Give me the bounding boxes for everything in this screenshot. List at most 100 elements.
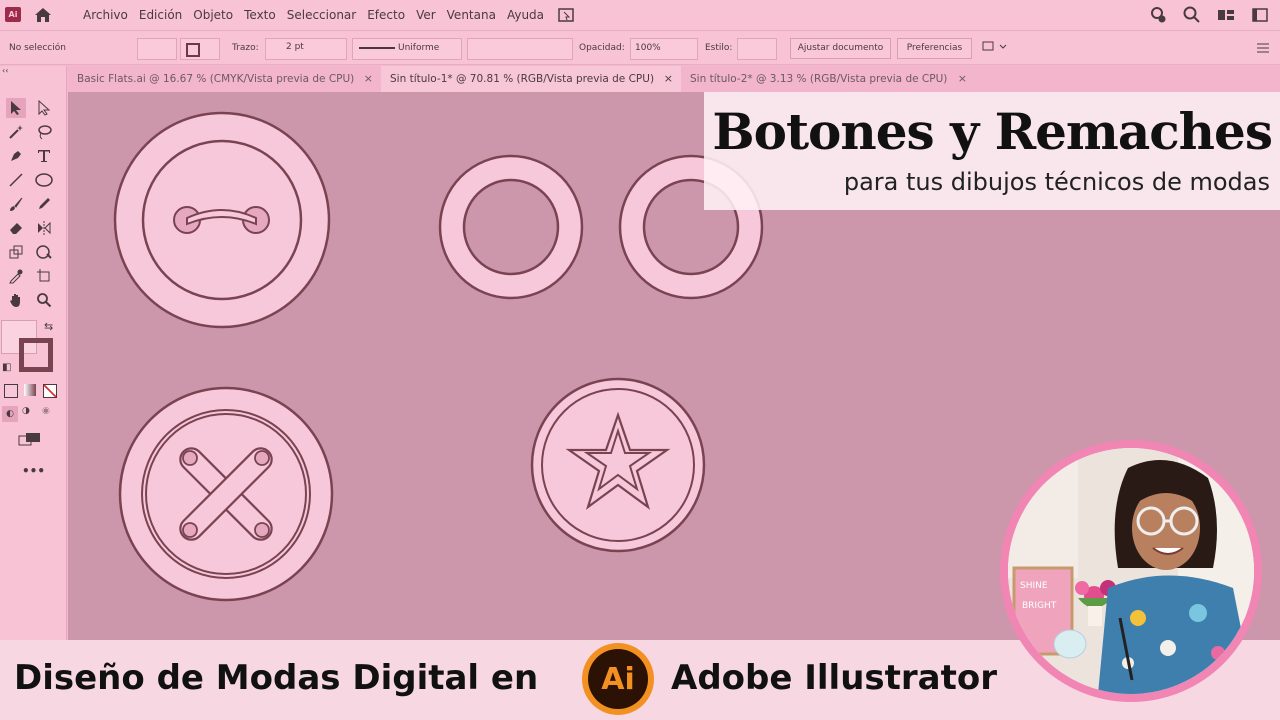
menu-texto[interactable]: Texto xyxy=(244,8,276,22)
selection-tool[interactable] xyxy=(6,98,26,118)
window-restore-icon[interactable] xyxy=(1250,5,1270,25)
menu-ver[interactable]: Ver xyxy=(416,8,436,22)
stroke-profile-select[interactable]: Uniforme xyxy=(352,38,462,60)
brush-definition-select[interactable] xyxy=(467,38,573,60)
rivet-ring-1[interactable] xyxy=(438,154,584,300)
default-colors-icon[interactable]: ◧ xyxy=(2,362,11,373)
ellipse-icon xyxy=(35,173,53,187)
scale-icon xyxy=(9,245,23,259)
two-hole-button[interactable] xyxy=(113,111,331,329)
style-select[interactable] xyxy=(737,38,777,60)
fill-swatch[interactable] xyxy=(137,38,177,60)
selection-status: No selección xyxy=(9,43,66,53)
direct-selection-tool[interactable] xyxy=(34,98,54,118)
lasso-tool[interactable] xyxy=(34,122,54,142)
stroke-weight-field[interactable]: 2 pt xyxy=(265,38,347,60)
line-icon xyxy=(9,173,23,187)
menu-bar: Ai Archivo Edición Objeto Texto Seleccio… xyxy=(0,0,1280,31)
workspace-icon[interactable] xyxy=(1216,5,1236,25)
color-mode-icon[interactable] xyxy=(4,384,18,398)
magic-wand-tool[interactable] xyxy=(6,122,26,142)
arrange-icon[interactable] xyxy=(981,39,1009,55)
screen-mode-icon[interactable] xyxy=(18,432,42,446)
menu-ventana[interactable]: Ventana xyxy=(447,8,496,22)
eyedropper-tool[interactable] xyxy=(6,266,26,286)
line-tool[interactable] xyxy=(6,170,26,190)
none-mode-icon[interactable] xyxy=(43,384,57,398)
menu-ayuda[interactable]: Ayuda xyxy=(507,8,544,22)
pencil-tool[interactable] xyxy=(34,194,54,214)
app-logo: Ai xyxy=(5,7,21,22)
draw-normal-icon[interactable]: ◐ xyxy=(2,406,18,422)
ellipse-tool[interactable] xyxy=(34,170,54,190)
control-bar: No selección Trazo: 2 pt Uniforme Opacid… xyxy=(0,31,1280,65)
menu-objeto[interactable]: Objeto xyxy=(193,8,233,22)
magic-wand-icon xyxy=(9,125,23,139)
menu-seleccionar[interactable]: Seleccionar xyxy=(287,8,356,22)
menu-archivo[interactable]: Archivo xyxy=(83,8,128,22)
pencil-icon xyxy=(39,198,50,209)
eraser-tool[interactable] xyxy=(6,218,26,238)
menu-right-icons xyxy=(1148,5,1270,25)
search-adobe-icon[interactable] xyxy=(1148,5,1168,25)
search-icon[interactable] xyxy=(1182,5,1202,25)
hand-icon xyxy=(10,294,20,307)
stroke-swatch[interactable] xyxy=(180,38,220,60)
pen-tool[interactable] xyxy=(6,146,26,166)
video-subtitle: para tus dibujos técnicos de modas xyxy=(843,168,1270,196)
warp-icon xyxy=(36,245,52,259)
title-card: Botones y Remaches para tus dibujos técn… xyxy=(704,92,1280,210)
fit-document-button[interactable]: Ajustar documento xyxy=(790,38,891,59)
paintbrush-tool[interactable] xyxy=(6,194,26,214)
reflect-tool[interactable] xyxy=(34,218,54,238)
panel-menu-icon[interactable] xyxy=(1256,41,1270,55)
video-title: Botones y Remaches xyxy=(712,102,1273,161)
draw-inside-icon[interactable]: ◉ xyxy=(42,406,50,416)
reflect-icon xyxy=(38,221,51,235)
arrange-documents-icon[interactable] xyxy=(557,6,575,24)
tab-sin-titulo-2[interactable]: Sin título-2* @ 3.13 % (RGB/Vista previa… xyxy=(681,66,975,92)
tab-basic-flats[interactable]: Basic Flats.ai @ 16.67 % (CMYK/Vista pre… xyxy=(68,66,381,92)
illustrator-logo-text: Ai xyxy=(588,649,648,709)
presenter-photo: SHINE BRIGHT xyxy=(1008,448,1254,694)
stroke-weight-value: 2 pt xyxy=(286,42,304,52)
menus: Archivo Edición Objeto Texto Seleccionar… xyxy=(83,8,555,22)
close-icon[interactable]: × xyxy=(364,66,373,92)
presenter-illustration: SHINE BRIGHT xyxy=(1008,448,1254,694)
opacity-field[interactable]: 100% xyxy=(630,38,698,60)
more-tools-icon[interactable]: ••• xyxy=(22,464,45,478)
lasso-icon xyxy=(38,125,52,140)
home-icon[interactable] xyxy=(33,6,53,24)
artboard-tool[interactable] xyxy=(34,266,54,286)
hand-tool[interactable] xyxy=(6,290,26,310)
swap-colors-icon[interactable]: ⇆ xyxy=(44,320,53,333)
type-tool[interactable] xyxy=(34,146,54,166)
collapse-icon[interactable]: ‹‹ xyxy=(2,66,8,75)
direct-selection-icon xyxy=(38,100,51,116)
opacity-value: 100% xyxy=(635,43,661,53)
menu-efecto[interactable]: Efecto xyxy=(367,8,405,22)
eyedropper-icon xyxy=(9,269,23,284)
selection-arrow-icon xyxy=(11,101,21,115)
star-snap-button[interactable] xyxy=(530,377,706,553)
stroke-label: Trazo: xyxy=(232,43,259,53)
close-icon[interactable]: × xyxy=(958,66,967,92)
zoom-tool[interactable] xyxy=(34,290,54,310)
warp-tool[interactable] xyxy=(34,242,54,262)
stroke-color-swatch[interactable] xyxy=(19,338,53,372)
board-text: SHINE xyxy=(1020,581,1048,591)
type-icon xyxy=(38,150,50,162)
menu-edicion[interactable]: Edición xyxy=(139,8,182,22)
close-icon[interactable]: × xyxy=(664,66,673,92)
scale-tool[interactable] xyxy=(6,242,26,262)
pen-icon xyxy=(11,151,21,161)
preferences-button[interactable]: Preferencias xyxy=(897,38,972,59)
paintbrush-icon xyxy=(10,197,23,211)
banner-text-left: Diseño de Modas Digital en xyxy=(14,658,539,698)
illustrator-logo: Ai xyxy=(582,643,654,715)
banner-text-right: Adobe Illustrator xyxy=(671,658,997,698)
draw-behind-icon[interactable]: ◑ xyxy=(22,406,30,416)
four-hole-button-cross[interactable] xyxy=(118,386,334,602)
gradient-mode-icon[interactable] xyxy=(24,384,36,396)
tab-sin-titulo-1[interactable]: Sin título-1* @ 70.81 % (RGB/Vista previ… xyxy=(381,66,681,92)
